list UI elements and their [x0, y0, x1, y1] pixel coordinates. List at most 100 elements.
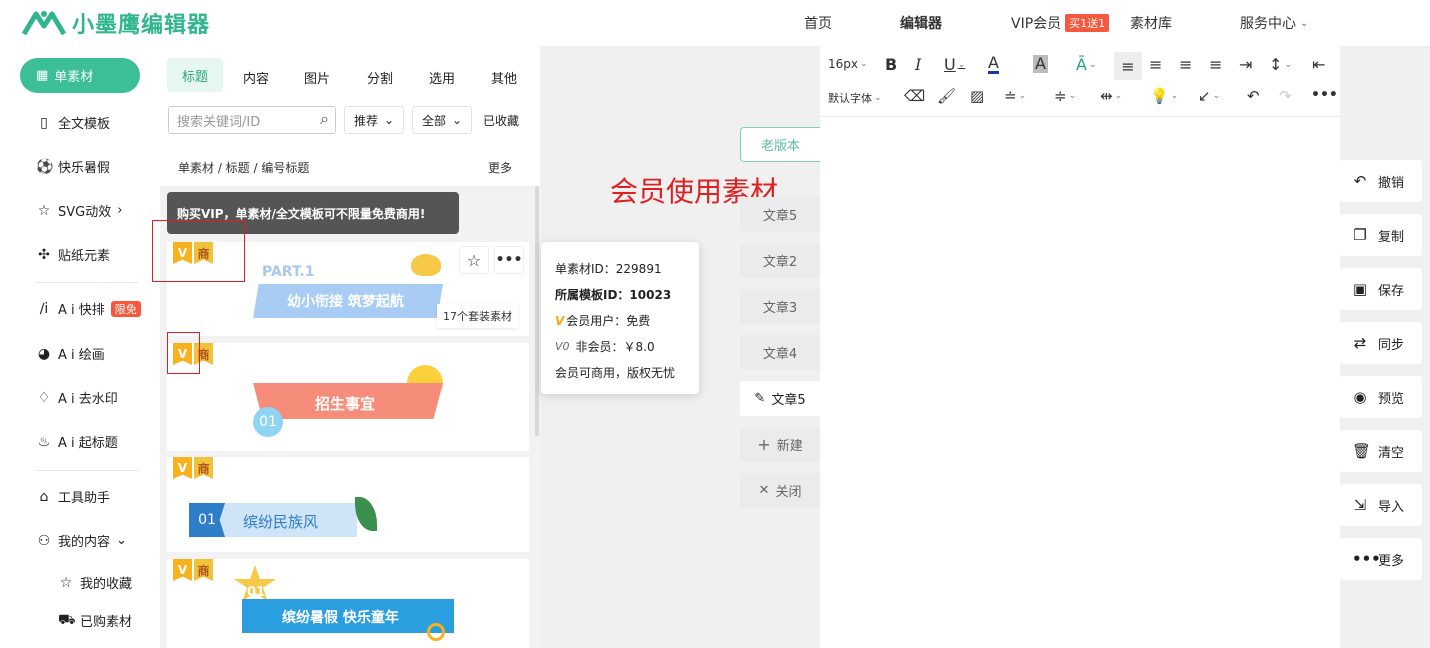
tab-content[interactable]: 内容 — [243, 68, 269, 87]
action-label: 更多 — [1378, 553, 1405, 569]
undo-button[interactable]: ↶ 撤销 — [1340, 160, 1422, 202]
highlight-color-icon[interactable]: A — [1033, 55, 1048, 73]
article-tab[interactable]: 文章4 — [740, 335, 820, 370]
material-card[interactable]: V商 01 缤纷民族风 — [167, 457, 529, 552]
ruler-icon: ⌂ — [39, 488, 49, 505]
chevron-down-icon: ⌄ — [383, 113, 395, 127]
arrow-icon[interactable]: ↙ ⌄ — [1198, 87, 1220, 105]
logo[interactable]: 小墨鹰编辑器 — [22, 6, 210, 40]
align-left-icon[interactable]: ≡ — [1114, 52, 1142, 80]
article-tab[interactable]: 文章2 — [740, 243, 820, 278]
highlight-box — [152, 220, 245, 282]
collected-filter[interactable]: 已收藏 — [478, 106, 524, 134]
plus-icon: + — [757, 435, 771, 454]
sort-select[interactable]: 推荐 ⌄ — [344, 106, 404, 134]
line-height-icon[interactable]: ↕ ⌄ — [1269, 55, 1292, 74]
tab-divider[interactable]: 分割 — [367, 68, 393, 87]
tab-image[interactable]: 图片 — [304, 68, 330, 87]
nav-library[interactable]: 素材库 — [1130, 13, 1172, 33]
preview-button[interactable]: ◉ 预览 — [1340, 376, 1422, 418]
font-size-select[interactable]: 16px ⌄ — [828, 57, 868, 71]
nav-service-label: 服务中心 — [1240, 16, 1296, 32]
material-card[interactable]: V商 01 缤纷暑假 快乐童年 — [167, 559, 529, 648]
sync-button[interactable]: ⇄ 同步 — [1340, 322, 1422, 364]
sidebar-item-sticker[interactable]: ✣ 贴纸元素 — [36, 245, 110, 265]
article-tab[interactable]: 文章5 — [740, 197, 820, 232]
format-painter-icon[interactable]: 🖌 — [937, 87, 956, 105]
sidebar-item-label: 全文模板 — [58, 117, 111, 132]
number-circle: 01 — [253, 407, 283, 437]
sidebar-item-ai-title[interactable]: ♨ A i 起标题 — [36, 432, 118, 452]
nav-service[interactable]: 服务中心 ⌄ — [1240, 13, 1308, 33]
sidebar-item-ai-watermark[interactable]: ♢ A i 去水印 — [36, 388, 118, 408]
align-right-icon[interactable]: ≡ — [1179, 55, 1192, 74]
sidebar-item-my-content[interactable]: ⚇ 我的内容 ⌄ — [36, 531, 127, 551]
align-center-icon[interactable]: ≡ — [1149, 55, 1162, 74]
commercial-badge-icon: 商 — [194, 559, 213, 581]
import-button[interactable]: ⇲ 导入 — [1340, 484, 1422, 526]
sidebar-item-label: 单素材 — [54, 70, 94, 85]
font-family-select[interactable]: 默认字体 ⌄ — [828, 90, 882, 106]
vip-promo-badge: 买1送1 — [1065, 14, 1110, 32]
favorite-star-button[interactable]: ☆ — [459, 246, 489, 274]
letter-spacing-icon[interactable]: ⇹ ⌄ — [1100, 87, 1122, 105]
indent-icon[interactable]: ⇥ — [1239, 55, 1252, 74]
copy-button[interactable]: ❐ 复制 — [1340, 214, 1422, 256]
sidebar-item-tools[interactable]: ⌂ 工具助手 — [36, 487, 110, 507]
sidebar-item-ai-paint[interactable]: ◕ A i 绘画 — [36, 344, 105, 364]
leaf-icon — [355, 497, 377, 531]
tab-other[interactable]: 其他 — [491, 68, 517, 87]
material-card[interactable]: V商 招生事宜 01 — [167, 343, 529, 451]
cart-icon: ⛟ — [58, 611, 76, 628]
sidebar-item-single-material[interactable]: ▦ 单素材 — [20, 58, 140, 93]
star-icon: ☆ — [59, 574, 73, 591]
search-icon[interactable]: ⌕ — [320, 109, 329, 129]
nav-home[interactable]: 首页 — [804, 13, 832, 33]
nav-editor[interactable]: 编辑器 — [900, 13, 942, 33]
action-label: 撤销 — [1378, 175, 1405, 191]
font-color-icon[interactable]: A — [988, 55, 999, 74]
redo-icon[interactable]: ↷ — [1279, 87, 1292, 105]
sidebar-item-favorites[interactable]: ☆ 我的收藏 — [58, 573, 132, 593]
spacing-icon[interactable]: ≑ ⌄ — [1054, 87, 1076, 105]
nav-vip[interactable]: VIP会员 买1送1 — [1011, 13, 1110, 33]
close-article-button[interactable]: ✕ 关闭 — [740, 473, 820, 508]
exit-icon[interactable]: ⇤ — [1312, 55, 1325, 74]
tab-selected[interactable]: 选用 — [429, 68, 455, 87]
article-tab[interactable]: 文章3 — [740, 289, 820, 324]
tab-title[interactable]: 标题 — [167, 58, 223, 92]
chevron-down-icon: ⌄ — [451, 113, 463, 127]
paragraph-spacing-icon[interactable]: ≐ ⌄ — [1004, 87, 1026, 105]
sidebar-item-purchased[interactable]: ⛟ 已购素材 — [58, 611, 132, 631]
eraser-icon[interactable]: ⌫ — [904, 87, 925, 105]
more-link[interactable]: 更多 — [488, 159, 512, 176]
old-version-button[interactable]: 老版本 — [740, 127, 820, 162]
bold-icon[interactable]: B — [885, 55, 897, 74]
more-tools-icon[interactable]: ••• — [1311, 87, 1338, 103]
sidebar-item-full-template[interactable]: ▯ 全文模板 — [36, 113, 111, 133]
new-article-button[interactable]: + 新建 — [740, 427, 820, 462]
article-tab-active[interactable]: ✎ 文章5 — [740, 381, 820, 416]
italic-icon[interactable]: I — [915, 55, 921, 74]
copy-icon: ❐ — [1353, 226, 1367, 244]
sidebar-item-summer[interactable]: ⚽ 快乐暑假 — [36, 157, 110, 177]
undo-icon[interactable]: ↶ — [1247, 87, 1260, 105]
sidebar-item-svg[interactable]: ☆ SVG动效 › — [36, 201, 123, 221]
editor-area[interactable]: 16px ⌄ B I U ⌄ A A Ā ⌄ ≡ ≡ ≡ ≡ ⇥ ↕ ⌄ ⇤ 默认字体 ⌄… — [820, 46, 1340, 648]
underline-icon[interactable]: U ⌄ — [944, 55, 965, 74]
more-options-icon[interactable]: ••• — [494, 246, 524, 274]
search-input[interactable]: 搜索关键词/ID ⌕ — [168, 106, 336, 134]
save-icon: ▣ — [1352, 280, 1368, 298]
image-icon[interactable]: ▨ — [970, 87, 984, 105]
vip-badge-icon: V — [173, 457, 192, 479]
scrollbar[interactable] — [535, 186, 539, 436]
category-select[interactable]: 全部 ⌄ — [412, 106, 472, 134]
save-button[interactable]: ▣ 保存 — [1340, 268, 1422, 310]
more-button[interactable]: ••• 更多 — [1340, 538, 1422, 580]
align-justify-icon[interactable]: ≡ — [1209, 55, 1222, 74]
clear-button[interactable]: 🗑 清空 — [1340, 430, 1422, 472]
lightbulb-icon[interactable]: 💡 ⌄ — [1150, 87, 1178, 105]
sidebar-item-ai-layout[interactable]: ∕i A i 快排 限免 — [36, 299, 141, 318]
text-effect-icon[interactable]: Ā ⌄ — [1076, 55, 1097, 74]
action-label: 导入 — [1378, 499, 1405, 515]
